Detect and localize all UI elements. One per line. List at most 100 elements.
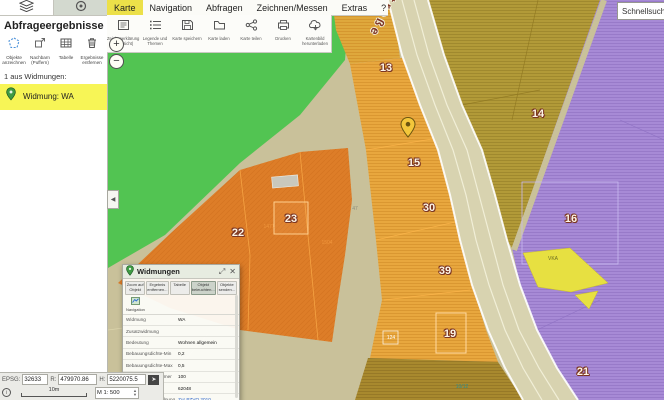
epsg-value-field[interactable]: 32633 (22, 374, 48, 385)
zone-label: 23 (285, 213, 297, 225)
map-marker-icon (400, 117, 416, 143)
row-label: Zusatzwidmung (126, 329, 178, 334)
table-row: Widmung WA (123, 315, 239, 326)
parcel-label: 1504 (321, 240, 332, 246)
coordinate-row: EPSG: 32633 R: 479970.86 H: 5220075.5 ➤ (0, 373, 163, 386)
zone-label: 15 (408, 157, 420, 169)
table-row: Zusatzwidmung (123, 326, 239, 337)
scale-bar: 10m (21, 388, 87, 398)
sidebar-collapse-button[interactable]: ◀ (107, 190, 119, 209)
table-button[interactable]: Tabelle (170, 281, 190, 295)
send-objects-button[interactable]: Objekte senden... (217, 281, 237, 295)
highlight-objects-button[interactable]: Objekte anzeichnen (1, 36, 27, 66)
folder-icon (213, 18, 226, 35)
table-row: Bebauungsdichte-Max 0,5 (123, 360, 239, 371)
tab-layers[interactable] (0, 0, 53, 15)
info-icon[interactable]: i (2, 388, 11, 397)
buffer-icon (34, 36, 46, 53)
dashed-polygon-icon (8, 36, 20, 53)
menu-karte[interactable]: Karte (107, 0, 143, 15)
popup-title: Widmungen (137, 267, 215, 276)
menu-extras[interactable]: Extras (335, 0, 375, 15)
result-count-label: 1 aus Widmungen: (0, 68, 107, 83)
navigation-button[interactable]: Navigation (126, 297, 145, 312)
building-footprint (272, 175, 299, 188)
zone-label: 30 (423, 202, 435, 214)
save-map-button[interactable]: Karte speichern (171, 15, 203, 52)
row-label: Bedeutung (126, 340, 178, 345)
toolbar-label: Drucken (267, 37, 299, 42)
trash-icon (86, 36, 98, 53)
table-button[interactable]: Tabelle (53, 36, 79, 66)
close-icon[interactable]: ✕ (229, 268, 236, 276)
row-label: Bebauungsdichte-Max (126, 363, 178, 368)
row-value: 100 (178, 374, 236, 379)
zone-label: 19 (444, 328, 456, 340)
parcel-label: 10/12 (456, 384, 469, 390)
navigation-button-label: Navigation (126, 307, 145, 312)
menu-help[interactable]: ? (374, 0, 393, 15)
map-marker-icon (126, 265, 134, 278)
r-label: R: (50, 377, 56, 383)
tool-label: Tabelle (53, 55, 79, 60)
zoom-out-button[interactable]: − (109, 54, 124, 69)
sidebar-tabs (0, 0, 107, 16)
download-map-image-button[interactable]: Kartenbild herunterladen (299, 15, 331, 52)
row-value: 0,5 (178, 363, 236, 368)
parcel-label: 1471 (263, 224, 274, 230)
parcel-label: 47 (352, 206, 358, 212)
toolbar-label: Legende und Themen (139, 37, 171, 47)
tab-query-results[interactable] (53, 0, 107, 15)
download-image-icon (309, 18, 322, 35)
popup-header[interactable]: Widmungen ⤢ ✕ (123, 265, 239, 279)
expand-icon[interactable]: ⤢ (219, 268, 225, 276)
print-button[interactable]: Drucken (267, 15, 299, 52)
status-bar: EPSG: 32633 R: 479970.86 H: 5220075.5 ➤ … (0, 372, 164, 400)
toolbar-label: Karte speichern (171, 37, 203, 42)
result-list-item[interactable]: Widmung: WA (0, 84, 107, 110)
zone-label: 39 (439, 265, 451, 277)
scale-select[interactable]: M 1: 500 ▲▼ (95, 387, 139, 399)
toolbar-label: Karte teilen (235, 37, 267, 42)
quick-search-button[interactable]: Schnellsuche (617, 2, 664, 20)
menu-abfragen[interactable]: Abfragen (199, 0, 250, 15)
list-icon (149, 18, 162, 35)
result-item-label: Widmung: WA (23, 92, 74, 101)
sidebar-toolbar: Objekte anzeichnen Nachbarn (Puffern) Ta… (0, 34, 107, 68)
coordinate-action-button[interactable]: ➤ (148, 375, 159, 385)
table-row: Bedeutung Wohnen allgemein (123, 337, 239, 348)
epsg-label: EPSG: (2, 377, 20, 383)
load-map-button[interactable]: Karte laden (203, 15, 235, 52)
remove-result-button[interactable]: Ergebnis entfernen... (146, 281, 168, 295)
row-label: Bebauungsdichte-Min (126, 351, 178, 356)
highlight-object-button[interactable]: Objekt beleuchten... (191, 281, 216, 295)
r-coordinate-field[interactable]: 479970.86 (58, 374, 97, 385)
remove-results-button[interactable]: Ergebnisse entfernen (79, 36, 105, 66)
row-value: 62048 (178, 386, 236, 391)
h-coordinate-field[interactable]: 5220075.5 (107, 374, 146, 385)
zone-label: 21 (577, 366, 589, 378)
scale-row: i 10m M 1: 500 ▲▼ (0, 386, 163, 399)
zone-label: 22 (232, 227, 244, 239)
table-row: Bebauungsdichte-Min 0,2 (123, 349, 239, 360)
row-label: Widmung (126, 317, 178, 322)
legend-sheet-icon (117, 18, 130, 35)
row-value: WA (178, 317, 236, 322)
results-sidebar: Abfrageergebnisse Objekte anzeichnen Nac… (0, 0, 108, 400)
share-map-button[interactable]: Karte teilen (235, 15, 267, 52)
menu-bar: Karte Navigation Abfragen Zeichnen/Messe… (107, 0, 388, 16)
buffer-neighbors-button[interactable]: Nachbarn (Puffern) (27, 36, 53, 66)
zoom-in-button[interactable]: + (109, 37, 124, 52)
popup-button-row: Zoom auf Objekt Ergebnis entfernen... Ta… (123, 279, 239, 297)
popup-nav-row: Navigation (123, 297, 239, 314)
row-value: Wohnen allgemein (178, 340, 236, 345)
menu-zeichnen-messen[interactable]: Zeichnen/Messen (250, 0, 335, 15)
legend-themes-button[interactable]: Legende und Themen (139, 15, 171, 52)
table-icon (60, 36, 72, 53)
popup-scrollbar[interactable] (235, 295, 238, 398)
parcel-label: 124 (387, 335, 395, 341)
parcel-label: VKA (548, 256, 558, 262)
menu-navigation[interactable]: Navigation (143, 0, 200, 15)
zoom-to-object-button[interactable]: Zoom auf Objekt (125, 281, 145, 295)
map-toolbar: Zeichenerklärung (Übersicht) Legende und… (107, 15, 332, 53)
